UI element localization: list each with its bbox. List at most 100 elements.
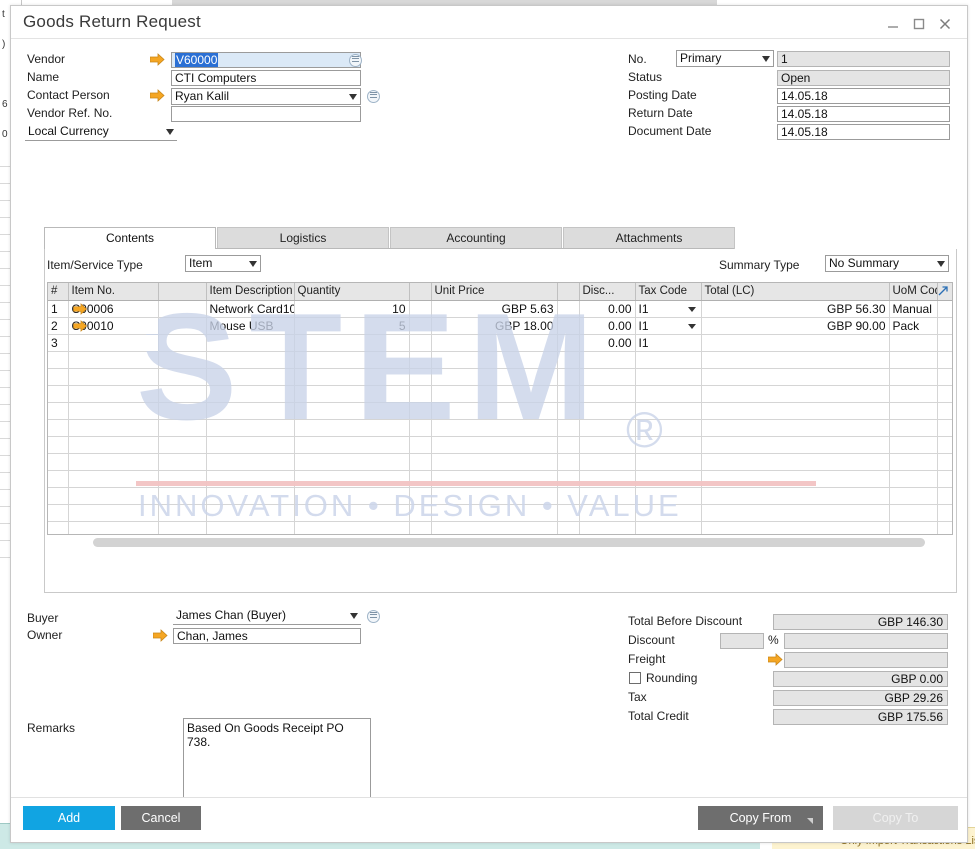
cell-total-lc[interactable] — [701, 504, 890, 522]
cell-tax-code[interactable] — [635, 351, 702, 369]
buyer-list-icon[interactable] — [367, 610, 380, 623]
cell-total-lc[interactable] — [701, 453, 890, 471]
cell-item-no[interactable]: C00006 — [68, 300, 159, 318]
cell-item-no[interactable]: C00010 — [68, 317, 159, 335]
cell-spacer-3[interactable] — [557, 300, 580, 318]
cell-total-lc[interactable] — [701, 436, 890, 454]
cell-unit-price[interactable] — [431, 402, 558, 420]
cell-tax-code[interactable]: I1 — [635, 334, 702, 352]
add-button[interactable]: Add — [23, 806, 115, 830]
cell-item-no[interactable] — [68, 521, 159, 534]
cell-spacer-2[interactable] — [409, 300, 432, 318]
cell-discount[interactable] — [579, 521, 636, 534]
posting-date-input[interactable]: 14.05.18 — [777, 88, 950, 104]
cell-tax-code[interactable] — [635, 436, 702, 454]
cell-index[interactable] — [48, 504, 69, 522]
discount-percent-input[interactable] — [720, 633, 764, 649]
owner-input[interactable]: Chan, James — [173, 628, 361, 644]
cell-tax-code[interactable] — [635, 419, 702, 437]
cell-index[interactable]: 3 — [48, 334, 69, 352]
table-row-empty[interactable] — [48, 436, 952, 454]
table-row[interactable]: 2 C00010 Mouse USB 5 GBP 18.00 0.00 I1 GBP 90.0… — [48, 317, 952, 335]
cell-spacer-1[interactable] — [158, 402, 207, 420]
cell-item-no[interactable] — [68, 351, 159, 369]
cell-discount[interactable] — [579, 470, 636, 488]
numbering-series-select[interactable]: Primary — [676, 50, 774, 67]
cell-uom-code[interactable] — [889, 521, 938, 534]
cell-quantity[interactable] — [294, 521, 410, 534]
currency-select[interactable]: Local Currency — [25, 124, 177, 141]
row-link-arrow-icon[interactable] — [72, 319, 88, 332]
return-date-input[interactable]: 14.05.18 — [777, 106, 950, 122]
rounding-checkbox[interactable] — [629, 672, 641, 684]
cell-spacer-2[interactable] — [409, 334, 432, 352]
cell-uom-code[interactable] — [889, 504, 938, 522]
cell-spacer-2[interactable] — [409, 419, 432, 437]
cell-unit-price[interactable] — [431, 334, 558, 352]
cell-uom-code[interactable] — [889, 419, 938, 437]
copy-from-button[interactable]: Copy From — [698, 806, 823, 830]
table-row-empty[interactable] — [48, 521, 952, 534]
cell-quantity[interactable]: 10 — [294, 300, 410, 318]
cell-item-description[interactable] — [206, 334, 295, 352]
cell-unit-price[interactable] — [431, 368, 558, 386]
cell-tax-code[interactable]: I1 — [635, 317, 702, 335]
cell-discount[interactable] — [579, 385, 636, 403]
cell-quantity[interactable] — [294, 453, 410, 471]
cell-item-no[interactable] — [68, 453, 159, 471]
column-header-discount[interactable]: Disc... — [579, 283, 636, 301]
row-link-arrow-icon[interactable] — [72, 302, 88, 315]
column-header-spacer-3[interactable] — [557, 283, 580, 301]
tab-accounting[interactable]: Accounting — [390, 227, 562, 249]
cell-item-description[interactable] — [206, 487, 295, 505]
table-row[interactable]: 1C00006 Network Card10/10010 GBP 5.63 0.00I… — [48, 300, 952, 318]
cell-spacer-2[interactable] — [409, 317, 432, 335]
cell-spacer-2[interactable] — [409, 368, 432, 386]
cell-unit-price[interactable] — [431, 436, 558, 454]
cell-item-no[interactable] — [68, 504, 159, 522]
cell-spacer-2[interactable] — [409, 385, 432, 403]
table-row-empty[interactable] — [48, 470, 952, 488]
cell-item-description[interactable] — [206, 419, 295, 437]
cell-total-lc[interactable] — [701, 368, 890, 386]
cell-index[interactable] — [48, 402, 69, 420]
cell-index[interactable] — [48, 419, 69, 437]
cell-quantity[interactable] — [294, 419, 410, 437]
vendor-input[interactable]: V60000 — [171, 52, 361, 68]
cancel-button[interactable]: Cancel — [121, 806, 201, 830]
copy-to-button[interactable]: Copy To — [833, 806, 958, 830]
cell-unit-price[interactable]: GBP 18.00 — [431, 317, 558, 335]
cell-spacer-1[interactable] — [158, 300, 207, 318]
cell-item-description[interactable] — [206, 521, 295, 534]
cell-tax-code[interactable] — [635, 385, 702, 403]
cell-unit-price[interactable] — [431, 470, 558, 488]
cell-spacer-2[interactable] — [409, 470, 432, 488]
cell-spacer-1[interactable] — [158, 368, 207, 386]
cell-item-description[interactable] — [206, 351, 295, 369]
cell-discount[interactable] — [579, 351, 636, 369]
table-row-empty[interactable] — [48, 419, 952, 437]
cell-spacer-1[interactable] — [158, 470, 207, 488]
cell-total-lc[interactable] — [701, 470, 890, 488]
column-header-uom-code[interactable]: UoM Code — [889, 283, 938, 301]
table-row[interactable]: 3 0.00 I1 — [48, 334, 952, 352]
cell-spacer-3[interactable] — [557, 317, 580, 335]
column-header-expander[interactable] — [937, 283, 952, 301]
cell-tax-code[interactable] — [635, 368, 702, 386]
cell-index[interactable]: 1 — [48, 300, 69, 318]
owner-link-arrow-icon[interactable] — [153, 629, 168, 642]
cell-spacer-3[interactable] — [557, 521, 580, 534]
contact-person-select[interactable]: Ryan Kalil — [171, 88, 361, 105]
document-date-input[interactable]: 14.05.18 — [777, 124, 950, 140]
cell-item-description[interactable]: Mouse USB — [206, 317, 295, 335]
cell-discount[interactable]: 0.00 — [579, 317, 636, 335]
column-header-unit-price[interactable]: Unit Price — [431, 283, 558, 301]
cell-spacer-1[interactable] — [158, 521, 207, 534]
table-row-empty[interactable] — [48, 351, 952, 369]
cell-uom-code[interactable] — [889, 334, 938, 352]
maximize-icon[interactable] — [911, 16, 927, 32]
cell-discount[interactable] — [579, 419, 636, 437]
cell-quantity[interactable] — [294, 487, 410, 505]
cell-discount[interactable] — [579, 504, 636, 522]
cell-quantity[interactable] — [294, 351, 410, 369]
